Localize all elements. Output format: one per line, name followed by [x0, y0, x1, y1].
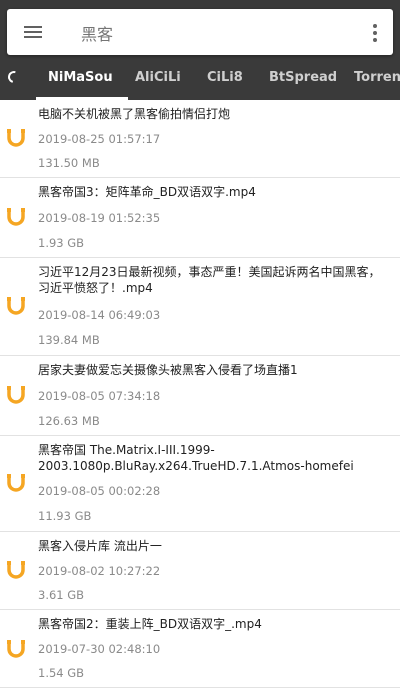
tab-cili8[interactable]: CiLi8: [207, 70, 243, 85]
list-item[interactable]: 居家夫妻做爱忘关摄像头被黑客入侵看了场直播1 2019-08-05 07:34:…: [0, 356, 400, 436]
result-title: 黑客帝国 The.Matrix.I-III.1999-2003.1080p.Bl…: [38, 443, 354, 473]
magnet-icon: [7, 129, 25, 147]
result-date: 2019-08-19 01:52:35: [38, 211, 161, 225]
list-item[interactable]: 黑客帝国3：矩阵革命_BD双语双字.mp4 2019-08-19 01:52:3…: [0, 178, 400, 258]
tab-btspread[interactable]: BtSpread: [269, 70, 337, 85]
result-date: 2019-08-05 07:34:18: [38, 389, 161, 403]
result-date: 2019-08-14 06:49:03: [38, 308, 161, 322]
result-size: 11.93 GB: [38, 509, 92, 523]
result-title: 黑客帝国2：重装上阵_BD双语双字_.mp4: [38, 617, 262, 631]
list-item[interactable]: 黑客帝国2：重装上阵_BD双语双字_.mp4 2019-07-30 02:48:…: [0, 610, 400, 688]
list-item[interactable]: 黑客入侵片库 流出片一 2019-08-02 10:27:22 3.61 GB: [0, 532, 400, 610]
result-title: 黑客帝国3：矩阵革命_BD双语双字.mp4: [38, 185, 256, 199]
tab-alicili[interactable]: AliCiLi: [135, 70, 181, 85]
magnet-icon: [7, 561, 25, 579]
magnet-icon: [7, 386, 25, 404]
more-options-icon[interactable]: [367, 22, 383, 44]
result-title: 习近平12月23日最新视频，事态严重！美国起诉两名中国黑客，习近平愤怒了！.mp…: [38, 265, 381, 295]
tab-nimasou[interactable]: NiMaSou: [48, 70, 113, 85]
result-size: 3.61 GB: [38, 588, 85, 602]
list-item[interactable]: 电脑不关机被黑了黑客偷拍情侣打炮 2019-08-25 01:57:17 131…: [0, 100, 400, 178]
magnet-icon: [7, 297, 25, 315]
result-date: 2019-08-25 01:57:17: [38, 132, 161, 146]
top-bar: 黑客 NiMaSou AliCiLi CiLi8 BtSpread Torren…: [0, 0, 400, 100]
result-size: 1.54 GB: [38, 666, 85, 680]
result-title: 黑客入侵片库 流出片一: [38, 539, 162, 553]
source-tabs: NiMaSou AliCiLi CiLi8 BtSpread Torrent: [0, 60, 400, 100]
result-date: 2019-08-05 00:02:28: [38, 484, 161, 498]
magnet-icon: [7, 474, 25, 492]
result-size: 131.50 MB: [38, 156, 100, 170]
result-size: 1.93 GB: [38, 236, 85, 250]
search-input[interactable]: 黑客: [81, 21, 113, 45]
result-title: 电脑不关机被黑了黑客偷拍情侣打炮: [38, 107, 231, 121]
result-size: 139.84 MB: [38, 333, 100, 347]
list-item[interactable]: 习近平12月23日最新视频，事态严重！美国起诉两名中国黑客，习近平愤怒了！.mp…: [0, 258, 400, 356]
search-bar[interactable]: 黑客: [7, 9, 393, 55]
magnet-icon: [7, 208, 25, 226]
list-item[interactable]: 黑客帝国 The.Matrix.I-III.1999-2003.1080p.Bl…: [0, 436, 400, 532]
tab-torrent[interactable]: Torrent: [354, 70, 400, 85]
menu-icon[interactable]: [24, 24, 44, 40]
result-title: 居家夫妻做爱忘关摄像头被黑客入侵看了场直播1: [38, 363, 298, 377]
loading-spinner-icon: [5, 68, 23, 86]
result-size: 126.63 MB: [38, 414, 100, 428]
magnet-icon: [7, 640, 25, 658]
result-date: 2019-08-02 10:27:22: [38, 564, 161, 578]
result-date: 2019-07-30 02:48:10: [38, 642, 161, 656]
